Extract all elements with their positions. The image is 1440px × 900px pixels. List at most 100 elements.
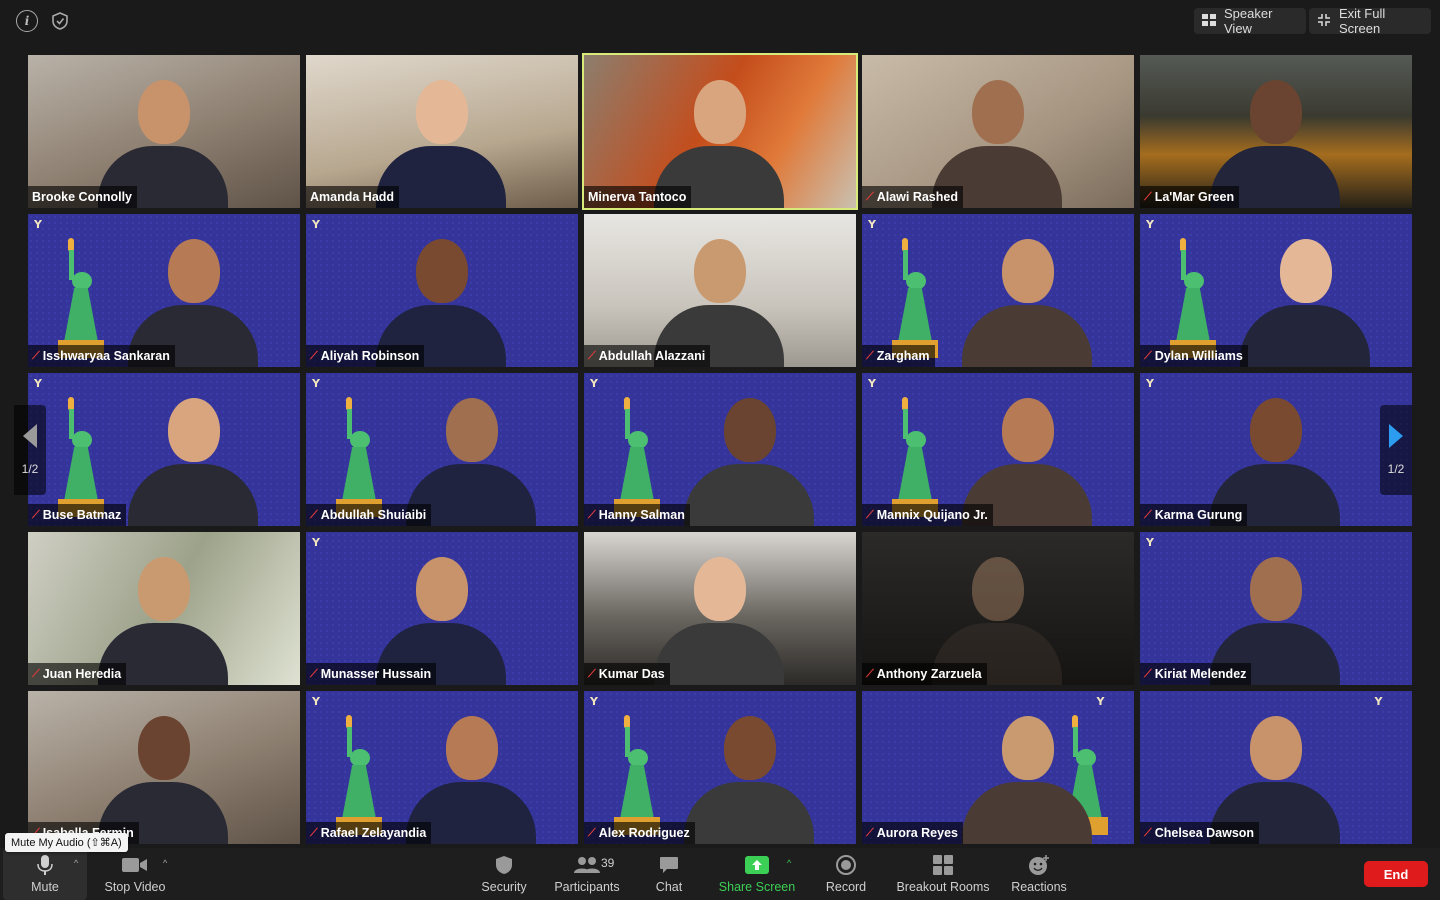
participant-tile[interactable]: ⟋ Juan Heredia (28, 532, 300, 685)
year-up-logo-icon: Y (1146, 377, 1154, 390)
meeting-info-icon[interactable]: i (16, 10, 38, 32)
participant-tile[interactable]: Y ⟋ Kiriat Melendez (1140, 532, 1412, 685)
participant-tile[interactable]: ⟋ La'Mar Green (1140, 55, 1412, 208)
muted-microphone-icon: ⟋ (866, 667, 874, 680)
chat-bubble-icon (659, 854, 679, 876)
page-indicator-left: 1/2 (21, 462, 39, 476)
year-up-logo-icon: Y (868, 218, 876, 231)
share-screen-label: Share Screen (718, 880, 796, 894)
participant-tile[interactable]: Y ⟋ Buse Batmaz (28, 373, 300, 526)
statue-of-liberty-icon (892, 238, 938, 358)
participant-name-label: ⟋ Munasser Hussain (306, 663, 437, 685)
participant-tile[interactable]: Y ⟋ Alex Rodriguez (584, 691, 856, 844)
participant-tile[interactable]: Brooke Connolly (28, 55, 300, 208)
participant-tile[interactable]: ⟋Isabella Fermin (28, 691, 300, 844)
participant-name-label: Minerva Tantoco (584, 186, 692, 208)
participant-tile[interactable]: ⟋ Kumar Das (584, 532, 856, 685)
participant-tile[interactable]: ⟋ Alawi Rashed (862, 55, 1134, 208)
participant-tile[interactable]: Y ⟋ Chelsea Dawson (1140, 691, 1412, 844)
mute-tooltip: Mute My Audio (⇧⌘A) (5, 833, 128, 852)
muted-microphone-icon: ⟋ (32, 349, 40, 362)
participant-tile[interactable]: Y ⟋ Dylan Williams (1140, 214, 1412, 367)
stop-video-label: Stop Video (104, 880, 166, 894)
participant-name: Isshwaryaa Sankaran (42, 349, 170, 363)
speaker-view-button[interactable]: Speaker View (1194, 6, 1306, 36)
participant-name-label: ⟋ Alex Rodriguez (584, 822, 695, 844)
muted-microphone-icon: ⟋ (32, 508, 40, 521)
security-button[interactable]: Security (474, 848, 534, 900)
mute-button[interactable]: Mute (3, 848, 87, 900)
security-label: Security (481, 880, 527, 894)
top-bar: i Speaker View Exit Full Screen (0, 0, 1440, 44)
participant-name: Buse Batmaz (42, 508, 122, 522)
participant-name-label: ⟋ Dylan Williams (1140, 345, 1248, 367)
year-up-logo-icon: Y (34, 377, 42, 390)
muted-microphone-icon: ⟋ (588, 349, 596, 362)
chat-label: Chat (655, 880, 683, 894)
participant-tile[interactable]: Y ⟋ Aurora Reyes (862, 691, 1134, 844)
muted-microphone-icon: ⟋ (1144, 349, 1152, 362)
participant-tile[interactable]: Amanda Hadd (306, 55, 578, 208)
record-label: Record (825, 880, 867, 894)
participant-name-label: ⟋ Juan Heredia (28, 663, 127, 685)
participant-name: Minerva Tantoco (588, 190, 687, 204)
participant-name-label: ⟋ Isshwaryaa Sankaran (28, 345, 175, 367)
record-button[interactable]: Record (818, 848, 874, 900)
microphone-icon (37, 854, 53, 876)
participant-tile[interactable]: Y ⟋ Mannix Quijano Jr. (862, 373, 1134, 526)
participant-name-label: Brooke Connolly (28, 186, 138, 208)
participant-name-label: ⟋ Karma Gurung (1140, 504, 1248, 526)
participant-tile[interactable]: Y ⟋ Munasser Hussain (306, 532, 578, 685)
statue-of-liberty-icon (1170, 238, 1216, 358)
grid-view-icon (1202, 13, 1216, 29)
muted-microphone-icon: ⟋ (310, 349, 318, 362)
participant-tile[interactable]: Y ⟋ Rafael Zelayandia (306, 691, 578, 844)
encryption-shield-icon[interactable] (49, 10, 71, 32)
previous-page-button[interactable]: 1/2 (14, 405, 46, 495)
end-meeting-button[interactable]: End (1364, 861, 1428, 887)
audio-options-caret-icon[interactable]: ^ (74, 858, 78, 868)
video-options-caret-icon[interactable]: ^ (163, 858, 167, 868)
year-up-logo-icon: Y (590, 377, 598, 390)
participant-tile[interactable]: ⟋ Abdullah Alazzani (584, 214, 856, 367)
participant-name-label: ⟋ Alawi Rashed (862, 186, 963, 208)
participant-name-label: ⟋ La'Mar Green (1140, 186, 1240, 208)
participant-tile[interactable]: Y ⟋ Aliyah Robinson (306, 214, 578, 367)
participant-name: Kiriat Melendez (1154, 667, 1247, 681)
muted-microphone-icon: ⟋ (866, 190, 874, 203)
participant-name: Karma Gurung (1154, 508, 1243, 522)
statue-of-liberty-icon (58, 397, 104, 517)
reactions-button[interactable]: Reactions (1008, 848, 1070, 900)
participant-count: 39 (601, 856, 615, 870)
breakout-rooms-button[interactable]: Breakout Rooms (893, 848, 993, 900)
participant-name-label: Amanda Hadd (306, 186, 400, 208)
participant-name-label: ⟋ Abdullah Alazzani (584, 345, 711, 367)
muted-microphone-icon: ⟋ (1144, 190, 1152, 203)
next-page-button[interactable]: 1/2 (1380, 405, 1412, 495)
participant-name: Kumar Das (598, 667, 665, 681)
participant-tile[interactable]: ⟋ Anthony Zarzuela (862, 532, 1134, 685)
share-screen-button[interactable]: Share Screen (714, 848, 800, 900)
participant-tile[interactable]: Y ⟋ Hanny Salman (584, 373, 856, 526)
statue-of-liberty-icon (336, 397, 382, 517)
exit-full-screen-button[interactable]: Exit Full Screen (1309, 6, 1431, 36)
muted-microphone-icon: ⟋ (866, 349, 874, 362)
muted-microphone-icon: ⟋ (310, 667, 318, 680)
muted-microphone-icon: ⟋ (588, 826, 596, 839)
participant-name: Zargham (876, 349, 930, 363)
participant-video-person (684, 704, 814, 844)
participant-tile[interactable]: Y ⟋ Abdullah Shuiaibi (306, 373, 578, 526)
participants-button[interactable]: 39 Participants (548, 848, 626, 900)
participant-tile[interactable]: Y ⟋ Karma Gurung (1140, 373, 1412, 526)
statue-of-liberty-icon (614, 397, 660, 517)
participant-tile[interactable]: Y ⟋ Zargham (862, 214, 1134, 367)
mute-label: Mute (31, 880, 59, 894)
participant-tile[interactable]: Y ⟋ Isshwaryaa Sankaran (28, 214, 300, 367)
share-options-caret-icon[interactable]: ^ (787, 858, 791, 868)
participant-name: Amanda Hadd (310, 190, 395, 204)
participant-name-label: ⟋ Zargham (862, 345, 935, 367)
chat-button[interactable]: Chat (644, 848, 694, 900)
stop-video-button[interactable]: Stop Video (96, 848, 174, 900)
participant-tile[interactable]: Minerva Tantoco (582, 53, 858, 210)
statue-of-liberty-icon (336, 715, 382, 835)
